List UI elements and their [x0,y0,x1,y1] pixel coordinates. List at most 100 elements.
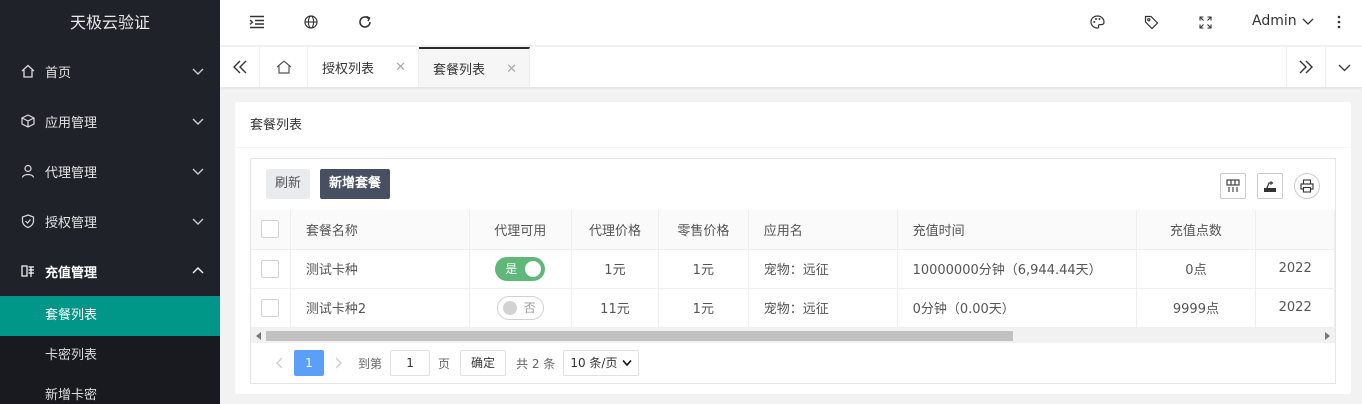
next-page-icon[interactable] [326,350,352,376]
toggle-label: 否 [523,301,536,315]
sidebar: 天极云验证 首页 应用管理 代理管理 授权管理 充值管理 套餐列表 卡密列表 新… [0,0,220,404]
sidebar-subitem-add-card[interactable]: 新增卡密 [0,376,220,404]
table-header-row: 套餐名称 代理可用 代理价格 零售价格 应用名 充值时间 充值点数 [251,210,1335,250]
column-header: 代理价格 [571,210,659,250]
tabs-menu-button[interactable] [1326,47,1362,87]
chevron-down-icon [622,359,633,367]
agent-available-toggle[interactable]: 是 [495,256,546,281]
chevron-down-icon [192,218,204,225]
theme-palette-icon[interactable] [1088,13,1106,31]
sidebar-subnav: 套餐列表 卡密列表 新增卡密 [0,296,220,404]
scroll-right-arrow-icon[interactable] [1325,332,1330,340]
chevron-down-icon [192,168,204,175]
top-header: Admin [220,0,1362,46]
page-unit-label: 页 [438,356,451,371]
retail-price: 1元 [658,249,749,289]
export-icon[interactable] [1257,173,1283,199]
print-icon[interactable] [1294,173,1320,199]
row-checkbox[interactable] [251,288,291,328]
column-header: 套餐名称 [290,210,470,250]
plan-table: 套餐名称 代理可用 代理价格 零售价格 应用名 充值时间 充值点数 测试卡种 是… [251,210,1335,328]
scrollbar-thumb[interactable] [266,331,1013,341]
goto-label: 到第 [358,356,383,371]
columns-filter-icon[interactable] [1220,173,1246,199]
sidebar-item-label: 充值管理 [45,265,98,281]
tab-auth-list[interactable]: 授权列表 ✕ [308,47,419,87]
current-page[interactable]: 1 [294,350,324,376]
toggle-label: 是 [505,262,518,276]
app-name: 宠物：远征 [748,288,898,328]
column-header: 充值点数 [1136,210,1257,250]
tab-plan-list[interactable]: 套餐列表 ✕ [419,47,530,87]
sidebar-item-auth[interactable]: 授权管理 [0,196,220,246]
horizontal-scrollbar[interactable] [251,328,1335,343]
sidebar-subitem-card-list[interactable]: 卡密列表 [0,336,220,376]
sidebar-item-apps[interactable]: 应用管理 [0,96,220,146]
refresh-button[interactable]: 刷新 [266,169,311,199]
home-icon [20,63,36,79]
shield-icon [20,213,36,229]
recharge-points: 9999点 [1136,288,1257,328]
app-logo: 天极云验证 [69,13,150,32]
agent-price: 11元 [571,288,659,328]
total-count: 共 2 条 [516,356,556,371]
prev-page-icon[interactable] [266,350,292,376]
created-date: 2022 [1255,288,1335,328]
sidebar-item-recharge[interactable]: 充值管理 [0,246,220,296]
chevron-up-icon [192,267,204,274]
sidebar-item-label: 代理管理 [45,165,98,181]
card-title: 套餐列表 [235,102,1351,148]
chevron-down-icon [192,68,204,75]
plan-name: 测试卡种2 [290,288,470,328]
home-icon [276,60,291,74]
pagination: 1 到第 1 页 确定 共 2 条 10 条/页 [251,343,1335,383]
plan-name: 测试卡种 [290,249,470,289]
table-row: 测试卡种 是 1元 1元 宠物：远征 10000000分钟（6,944.44天）… [251,249,1335,289]
chevron-down-icon [1302,18,1314,25]
tabs-scroll-left-button[interactable] [220,47,260,87]
column-header: 代理可用 [469,210,572,250]
confirm-page-button[interactable]: 确定 [460,350,507,376]
refresh-icon[interactable] [356,13,374,31]
more-vertical-icon[interactable] [1330,13,1348,31]
select-all-checkbox[interactable] [251,210,291,250]
tab-home[interactable] [260,47,308,87]
globe-icon[interactable] [302,13,320,31]
row-checkbox[interactable] [251,249,291,289]
close-icon[interactable]: ✕ [395,60,406,75]
created-date: 2022 [1255,249,1335,289]
column-header: 应用名 [748,210,898,250]
double-chevron-left-icon [232,60,246,74]
user-name: Admin [1252,13,1297,29]
agent-price: 1元 [571,249,659,289]
recharge-time: 0分钟（0.00天） [897,288,1137,328]
sidebar-item-home[interactable]: 首页 [0,46,220,96]
tabs-scroll-right-button[interactable] [1286,47,1326,87]
cube-icon [20,113,36,129]
tag-icon[interactable] [1142,13,1160,31]
recharge-points: 0点 [1136,249,1257,289]
menu-fold-icon[interactable] [248,13,266,31]
fullscreen-icon[interactable] [1196,13,1214,31]
goto-page-input[interactable]: 1 [390,350,431,376]
page-size-select[interactable]: 10 条/页 [563,350,640,376]
agent-toggle-cell: 否 [469,288,572,328]
recharge-time: 10000000分钟（6,944.44天） [897,249,1137,289]
chevron-down-icon [192,118,204,125]
agent-available-toggle[interactable]: 否 [496,295,544,320]
close-icon[interactable]: ✕ [506,62,517,77]
column-header: 充值时间 [897,210,1137,250]
table-toolbar: 刷新 新增套餐 [251,159,1335,211]
user-icon [20,163,36,179]
retail-price: 1元 [658,288,749,328]
recharge-icon [20,263,36,279]
add-plan-button[interactable]: 新增套餐 [320,169,391,199]
sidebar-item-agents[interactable]: 代理管理 [0,146,220,196]
tab-bar: 授权列表 ✕ 套餐列表 ✕ [220,47,1362,88]
scroll-left-arrow-icon[interactable] [256,332,261,340]
content-card: 套餐列表 刷新 新增套餐 套餐名称 代理可用 代理价格 零售价格 应用名 充值时… [235,102,1351,394]
sidebar-item-label: 首页 [45,65,72,81]
chevron-down-icon [1338,64,1350,71]
user-menu[interactable]: Admin [1252,13,1314,29]
sidebar-subitem-plan-list[interactable]: 套餐列表 [0,296,220,336]
